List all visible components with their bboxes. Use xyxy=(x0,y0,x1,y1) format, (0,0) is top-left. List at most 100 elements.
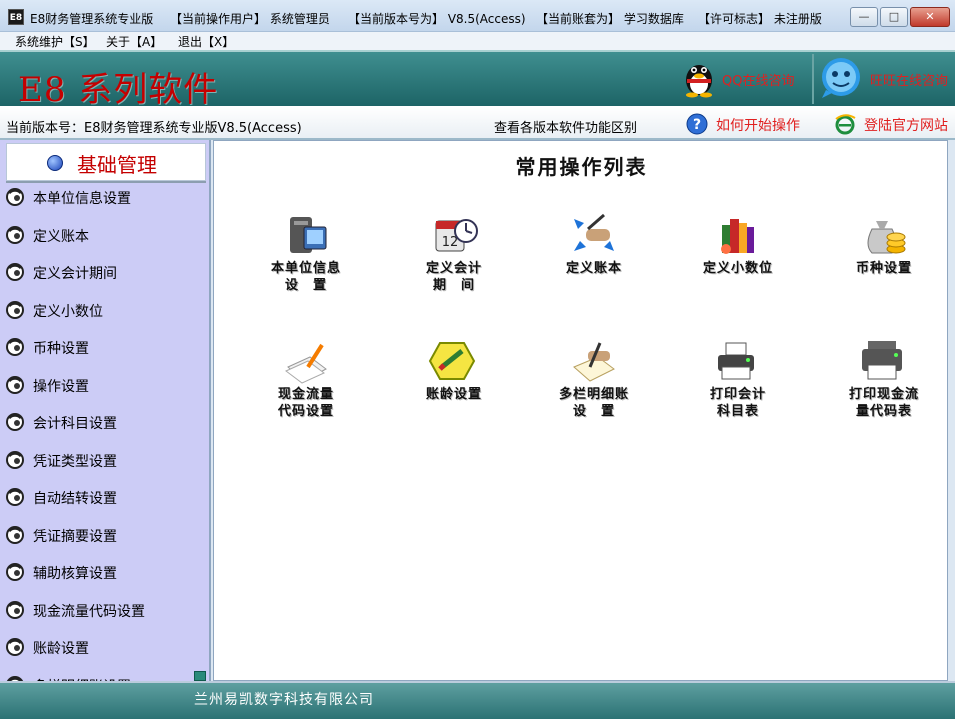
books-icon xyxy=(721,219,754,254)
round-bullet-icon xyxy=(6,263,24,281)
info-bar: 当前版本号：E8财务管理系统专业版V8.5(Access) 查看各版本软件功能区… xyxy=(0,106,955,140)
sidebar-item-label: 定义小数位 xyxy=(33,303,103,320)
license-status: 【许可标志】 未注册版 xyxy=(698,12,822,26)
company-name: 兰州易凯数字科技有限公司 xyxy=(194,692,374,708)
menu-exit[interactable]: 退出【X】 xyxy=(178,33,234,50)
hand-pen-paper-icon xyxy=(573,342,615,382)
minimize-button[interactable]: — xyxy=(850,7,878,27)
sidebar-item[interactable]: 定义账本 xyxy=(0,216,209,254)
qq-penguin-icon[interactable] xyxy=(680,56,718,98)
banner: E8 系列软件 QQ在线咨询 旺旺在线咨询 xyxy=(0,50,955,110)
sidebar: 基础管理 本单位信息设置 定义账本定义会计期间定义小数位币种设置操作设置会计科目设… xyxy=(0,140,211,681)
tile-label-line1: 本单位信息 xyxy=(270,261,341,276)
calendar-clock-icon: 12 xyxy=(435,219,478,252)
operation-tile[interactable]: 12 定义会计期 间 xyxy=(394,211,514,293)
maximize-button[interactable]: □ xyxy=(880,7,908,27)
version-text: 当前版本号：E8财务管理系统专业版V8.5(Access) xyxy=(6,121,302,136)
operation-tile[interactable]: 币种设置 xyxy=(824,211,944,278)
operation-tile[interactable]: 本单位信息设 置 xyxy=(246,211,366,293)
main-panel: 常用操作列表 本单位信息设 置 12 定义会计期 间 定义账本 定义小数位 币种设置现金流… xyxy=(213,140,948,681)
main-title: 常用操作列表 xyxy=(515,155,648,179)
sidebar-item[interactable]: 自动结转设置 xyxy=(0,478,209,516)
sidebar-header[interactable]: 基础管理 xyxy=(6,143,206,181)
sidebar-item-label: 操作设置 xyxy=(33,378,89,395)
app-icon[interactable]: E8 xyxy=(8,9,24,25)
round-bullet-icon xyxy=(6,525,24,544)
current-user: 【当前操作用户】 系统管理员 xyxy=(170,12,330,26)
sidebar-item[interactable]: 操作设置 xyxy=(0,366,209,404)
sidebar-item[interactable]: 本单位信息设置 xyxy=(0,178,209,216)
sidebar-item[interactable]: 多栏明细账设置 xyxy=(0,666,209,681)
ie-icon[interactable] xyxy=(834,113,856,135)
tile-label-line2: 代码设置 xyxy=(277,404,334,419)
round-bullet-icon xyxy=(6,563,24,581)
round-bullet-icon xyxy=(6,225,24,244)
sidebar-item[interactable]: 定义小数位 xyxy=(0,291,209,329)
window-right-edge xyxy=(948,140,955,681)
sidebar-list: 本单位信息设置 定义账本定义会计期间定义小数位币种设置操作设置会计科目设置凭证类型… xyxy=(0,178,209,681)
close-button[interactable]: ✕ xyxy=(910,7,950,27)
trash-monitor-icon xyxy=(290,217,327,253)
official-site-link[interactable]: 登陆官方网站 xyxy=(864,115,948,135)
menu-system-maintenance[interactable]: 系统维护【S】 xyxy=(15,33,95,50)
operation-tile[interactable]: 定义小数位 xyxy=(678,211,798,278)
tile-label-line1: 打印现金流 xyxy=(848,387,919,402)
sidebar-item-label: 凭证摘要设置 xyxy=(33,528,117,545)
round-bullet-icon xyxy=(6,338,24,356)
sidebar-item[interactable]: 会计科目设置 xyxy=(0,403,209,441)
tile-label-line2: 设 置 xyxy=(284,278,327,293)
pencil-hexagon-icon xyxy=(428,342,476,380)
round-bullet-icon xyxy=(6,450,24,469)
sidebar-item[interactable]: 账龄设置 xyxy=(0,628,209,666)
title-bar: E8 E8财务管理系统专业版 【当前操作用户】 系统管理员 【当前版本号为】 V… xyxy=(0,0,955,32)
tile-label-line1: 现金流量 xyxy=(277,387,334,402)
round-bullet-icon xyxy=(6,600,24,619)
round-bullet-icon xyxy=(6,638,24,656)
printer-scanner-icon xyxy=(862,341,902,380)
sidebar-item-label: 辅助核算设置 xyxy=(33,566,117,582)
operation-tile[interactable]: 打印会计 科目表 xyxy=(678,337,798,419)
operation-tile[interactable]: 多栏明细账设 置 xyxy=(534,337,654,419)
sidebar-scroll-button[interactable] xyxy=(194,671,206,681)
tile-label-line1: 定义账本 xyxy=(565,261,622,276)
sidebar-item-label: 凭证类型设置 xyxy=(33,453,117,470)
menu-bar: 系统维护【S】 关于【A】 退出【X】 xyxy=(0,32,955,50)
tile-label-line2: 科目表 xyxy=(716,404,759,419)
current-version: 【当前版本号为】 V8.5(Access) xyxy=(348,12,526,26)
operation-tile[interactable]: 打印现金流 量代码表 xyxy=(824,337,944,419)
wangwang-icon[interactable] xyxy=(818,56,864,100)
operation-tile[interactable]: 账龄设置 xyxy=(394,337,514,404)
window-title: E8财务管理系统专业版 xyxy=(30,12,154,26)
round-bullet-icon xyxy=(6,375,24,394)
tile-label-line2: 期 间 xyxy=(432,278,475,293)
sidebar-item-label: 自动结转设置 xyxy=(33,491,117,507)
help-icon[interactable]: ? xyxy=(686,113,708,135)
qq-consult-link[interactable]: QQ在线咨询 xyxy=(722,70,794,89)
wangwang-consult-link[interactable]: 旺旺在线咨询 xyxy=(870,70,948,89)
how-to-start-link[interactable]: 如何开始操作 xyxy=(716,115,800,135)
operation-tile[interactable]: 现金流量 代码设置 xyxy=(246,337,366,419)
sidebar-item[interactable]: 定义会计期间 xyxy=(0,253,209,291)
round-bullet-icon xyxy=(6,488,24,506)
compare-versions-link[interactable]: 查看各版本软件功能区别 xyxy=(494,117,637,136)
sidebar-item[interactable]: 辅助核算设置 xyxy=(0,553,209,591)
sidebar-item-label: 本单位信息设置 xyxy=(33,191,131,207)
blue-dot-icon xyxy=(47,155,63,171)
sidebar-item[interactable]: 币种设置 xyxy=(0,328,209,366)
document-pen-icon xyxy=(285,343,327,384)
menu-about[interactable]: 关于【A】 xyxy=(106,33,162,50)
sidebar-item[interactable]: 凭证类型设置 xyxy=(0,441,209,479)
round-bullet-icon xyxy=(6,300,24,319)
operation-tile[interactable]: 定义账本 xyxy=(534,211,654,278)
tile-label-line1: 定义会计 xyxy=(425,261,482,276)
sidebar-title: 基础管理 xyxy=(77,153,157,177)
sidebar-item[interactable]: 现金流量代码设置 xyxy=(0,591,209,629)
money-bag-coins-icon xyxy=(867,221,906,254)
tile-label-line1: 账龄设置 xyxy=(425,387,482,402)
current-account-set: 【当前账套为】 学习数据库 xyxy=(536,12,684,26)
round-bullet-icon xyxy=(6,413,24,431)
tile-label-line2: 量代码表 xyxy=(855,404,912,419)
sidebar-item-label: 定义账本 xyxy=(33,228,89,245)
brand-title: E8 系列软件 xyxy=(18,70,219,110)
sidebar-item[interactable]: 凭证摘要设置 xyxy=(0,516,209,554)
